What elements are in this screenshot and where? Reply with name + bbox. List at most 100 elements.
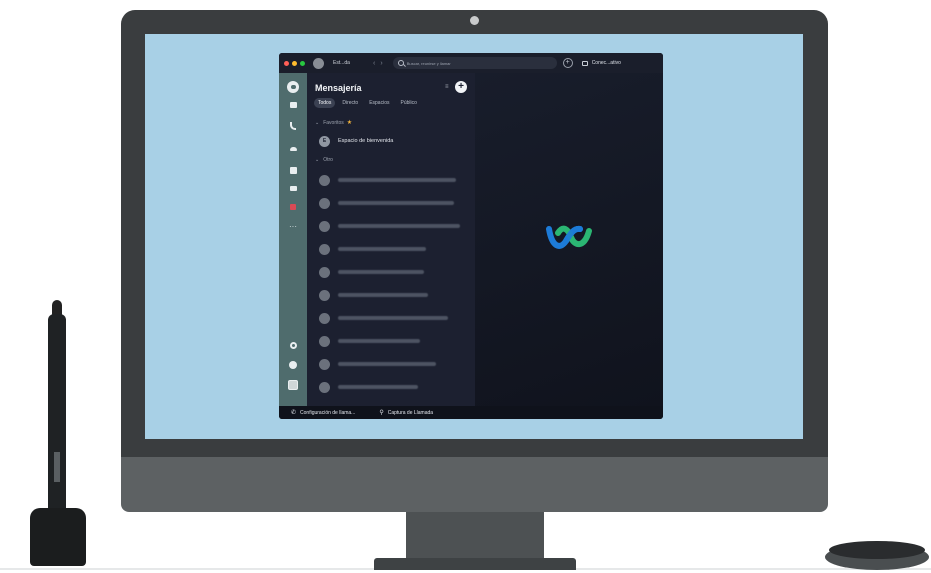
monitor-stand [406, 512, 544, 562]
avatar [319, 381, 330, 393]
bottom-bar: ✆ Configuración de llama... ⚲ Captura de… [279, 406, 663, 419]
blurred-name [338, 362, 436, 366]
chat-glyph [290, 85, 296, 89]
avatar [319, 243, 330, 255]
phone-glyph [290, 122, 296, 130]
title-bar: Est...da ‹ › Buscar, reunirse y llamar +… [279, 53, 663, 73]
call-settings-icon: ✆ [291, 410, 297, 416]
other-section-header[interactable]: ⌄ Otro [315, 157, 333, 163]
call-settings-button[interactable]: ✆ Configuración de llama... [291, 409, 355, 417]
more-icon[interactable]: ··· [287, 221, 299, 233]
avatar [319, 335, 330, 347]
avatar [319, 312, 330, 324]
user-avatar[interactable] [313, 57, 324, 69]
help-icon[interactable] [287, 359, 299, 371]
monitor-foot [374, 558, 576, 570]
list-item[interactable] [319, 334, 469, 348]
list-item[interactable] [319, 311, 469, 325]
settings-glyph [289, 341, 297, 349]
connect-device-label: Conec...ativo [591, 60, 621, 66]
space-avatar: E [319, 135, 330, 147]
calendar-icon[interactable] [287, 99, 299, 111]
close-window-button[interactable] [284, 60, 289, 66]
search-placeholder: Buscar, reunirse y llamar [406, 60, 451, 66]
star-icon: ★ [346, 120, 353, 126]
call-pickup-icon: ⚲ [379, 410, 384, 416]
profile-icon[interactable] [287, 379, 299, 391]
list-item[interactable] [319, 380, 469, 394]
contacts-glyph [289, 166, 297, 174]
new-message-button[interactable]: + [455, 81, 467, 93]
back-arrow-icon[interactable]: ‹ [373, 60, 375, 67]
content-pane [475, 73, 663, 406]
contacts-icon[interactable] [287, 164, 299, 176]
panel-title: Mensajería [315, 83, 362, 93]
add-button[interactable]: + [562, 58, 573, 68]
meetings-icon[interactable] [287, 182, 299, 194]
team-icon[interactable] [287, 143, 299, 155]
chevron-down-icon: ⌄ [315, 119, 320, 126]
avatar [319, 174, 330, 186]
space-name: Espacio de bienvenida [338, 138, 394, 144]
list-item[interactable] [319, 288, 469, 302]
tab-publico[interactable]: Público [396, 98, 420, 108]
help-glyph [289, 361, 297, 369]
tab-directo[interactable]: Directo [338, 98, 362, 108]
maximize-window-button[interactable] [300, 60, 305, 66]
list-item[interactable] [319, 196, 469, 210]
settings-icon[interactable] [287, 339, 299, 351]
messaging-panel: Mensajería ≡ + Todos Directo Espacios Pú… [307, 73, 475, 406]
favorites-label: Favoritos [323, 119, 344, 126]
user-status[interactable]: Est...da [333, 60, 365, 66]
filter-tabs: Todos Directo Espacios Público [314, 98, 424, 108]
forward-arrow-icon[interactable]: › [380, 60, 382, 67]
blurred-name [338, 316, 448, 320]
blurred-name [338, 201, 454, 205]
alert-icon[interactable] [287, 201, 299, 213]
avatar [319, 197, 330, 209]
list-item[interactable] [319, 173, 469, 187]
other-label: Otro [323, 157, 333, 163]
blurred-name [338, 385, 418, 389]
navigation-rail: ··· [279, 73, 307, 406]
search-input[interactable]: Buscar, reunirse y llamar [392, 57, 557, 69]
filter-icon[interactable]: ≡ [445, 84, 449, 90]
minimize-window-button[interactable] [292, 60, 297, 66]
calendar-glyph [289, 102, 297, 108]
pen-base [30, 508, 86, 566]
blurred-name [338, 293, 428, 297]
avatar [319, 358, 330, 370]
monitor-chin [121, 457, 828, 512]
blurred-name [338, 339, 420, 343]
alert-glyph [290, 204, 296, 210]
meetings-glyph [289, 185, 297, 191]
device-icon [581, 60, 588, 66]
more-glyph: ··· [289, 222, 297, 231]
call-pickup-button[interactable]: ⚲ Captura de Llamada [379, 409, 433, 417]
avatar [319, 289, 330, 301]
chevron-down-icon: ⌄ [315, 157, 320, 163]
blurred-name [338, 247, 426, 251]
webex-logo [546, 225, 592, 249]
list-item[interactable] [319, 265, 469, 279]
blurred-name [338, 270, 424, 274]
list-item[interactable] [319, 219, 469, 233]
phone-icon[interactable] [287, 120, 299, 132]
tab-todos[interactable]: Todos [314, 98, 336, 108]
list-item[interactable] [319, 242, 469, 256]
favorites-section-header[interactable]: ⌄ Favoritos ★ [315, 119, 353, 127]
list-item-welcome-space[interactable]: E Espacio de bienvenida [319, 134, 469, 148]
search-icon [397, 60, 404, 66]
profile-glyph [288, 380, 298, 390]
avatar [319, 220, 330, 232]
list-item[interactable] [319, 357, 469, 371]
chat-icon[interactable] [287, 81, 299, 93]
tab-espacios[interactable]: Espacios [365, 98, 393, 108]
connect-device-button[interactable]: Conec...ativo [581, 60, 621, 66]
blurred-name [338, 178, 456, 182]
webex-app-window: Est...da ‹ › Buscar, reunirse y llamar +… [279, 53, 663, 419]
avatar [319, 266, 330, 278]
pen-grip [54, 452, 60, 482]
team-glyph [289, 147, 297, 151]
camera-icon [470, 16, 479, 25]
